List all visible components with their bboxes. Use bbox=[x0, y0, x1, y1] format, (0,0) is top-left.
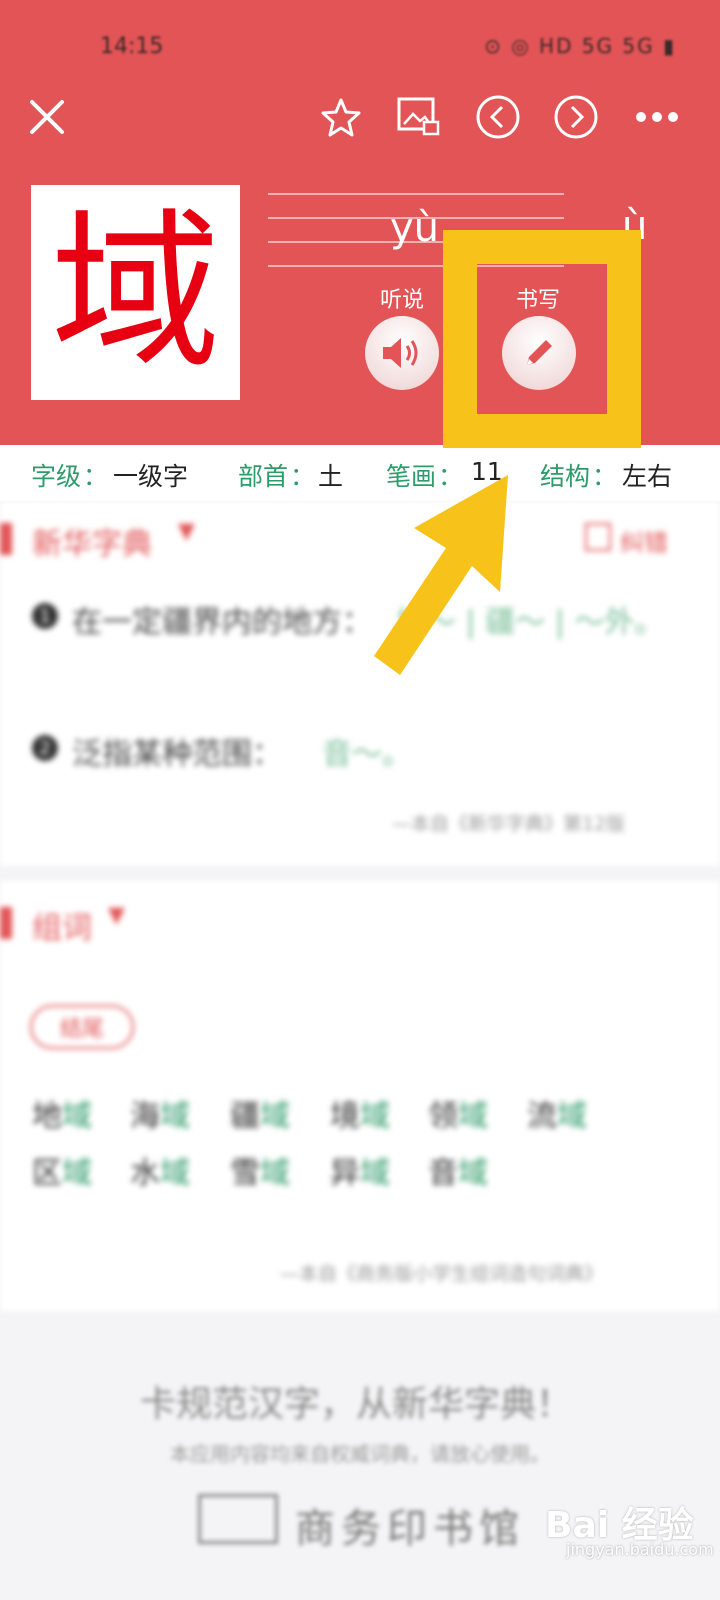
word-item[interactable]: 区域 bbox=[32, 1148, 92, 1192]
radical-value: 土 bbox=[318, 462, 344, 491]
error-report-icon[interactable] bbox=[585, 523, 611, 551]
previous-button[interactable] bbox=[475, 94, 521, 140]
image-icon bbox=[397, 97, 440, 136]
more-icon bbox=[636, 112, 678, 122]
prev-icon bbox=[476, 95, 520, 139]
word-item[interactable]: 地域 bbox=[32, 1091, 92, 1135]
more-button[interactable] bbox=[632, 94, 682, 140]
star-icon bbox=[321, 98, 361, 137]
next-icon bbox=[554, 95, 598, 139]
word-item[interactable]: 疆域 bbox=[230, 1091, 290, 1135]
status-time: 14:15 bbox=[100, 34, 164, 59]
speaker-icon bbox=[383, 338, 418, 368]
word-item[interactable]: 流域 bbox=[527, 1091, 587, 1135]
word-item[interactable]: 领域 bbox=[428, 1091, 488, 1135]
word-item[interactable]: 境域 bbox=[330, 1091, 390, 1135]
definition-text: 在一定疆界内的地方： bbox=[72, 605, 372, 640]
status-bar: 14:15 ⊙ ◎ HD 5G 5G ▮ bbox=[0, 30, 720, 66]
xinhua-title[interactable]: 新华字典 bbox=[32, 519, 152, 563]
next-button[interactable] bbox=[553, 94, 599, 140]
close-button[interactable] bbox=[24, 94, 70, 140]
favorite-button[interactable] bbox=[318, 94, 364, 140]
listen-label: 听说 bbox=[380, 288, 425, 313]
zuci-card: 组词 ▼ 结尾 地域 海域 疆域 境域 领域 流域 区域 水域 雪域 异域 音域… bbox=[0, 881, 720, 1311]
definition-text: 泛指某种范围： bbox=[72, 737, 282, 772]
arrow-pointer-icon bbox=[374, 475, 508, 675]
baidu-watermark-url: jingyan.baidu.com bbox=[566, 1540, 714, 1559]
caret-down-icon[interactable]: ▼ bbox=[108, 903, 125, 928]
xinhua-source: —本自《新华字典》第12版 bbox=[392, 813, 626, 835]
pinyin: yù bbox=[390, 205, 440, 251]
radical-key: 部首 bbox=[238, 462, 289, 491]
listen-button[interactable] bbox=[365, 316, 439, 390]
status-indicators: ⊙ ◎ HD 5G 5G ▮ bbox=[484, 34, 676, 58]
definition-number: 1 bbox=[32, 603, 58, 629]
character-display: 域 bbox=[31, 185, 240, 400]
word-item[interactable]: 雪域 bbox=[230, 1148, 290, 1192]
caret-down-icon[interactable]: ▼ bbox=[178, 519, 195, 544]
error-report-label[interactable]: 纠错 bbox=[620, 523, 668, 558]
image-button[interactable] bbox=[396, 94, 442, 140]
definition-number: 2 bbox=[32, 735, 58, 761]
word-item[interactable]: 音域 bbox=[428, 1148, 488, 1192]
highlight-frame bbox=[443, 230, 641, 448]
close-icon bbox=[30, 100, 64, 134]
level-key: 字级 bbox=[31, 462, 82, 491]
zuci-title[interactable]: 组词 bbox=[32, 903, 92, 947]
zuci-source: —本自《商务版小学生组词造句词典》 bbox=[280, 1263, 604, 1285]
word-item[interactable]: 水域 bbox=[130, 1148, 190, 1192]
tag-ending[interactable]: 结尾 bbox=[30, 1005, 134, 1049]
word-item[interactable]: 异域 bbox=[330, 1148, 390, 1192]
definition-examples: 音～。 bbox=[322, 737, 412, 772]
structure-key: 结构 bbox=[540, 462, 591, 491]
level-value: 一级字 bbox=[113, 462, 189, 491]
character-glyph: 域 bbox=[50, 193, 221, 392]
word-item[interactable]: 海域 bbox=[130, 1091, 190, 1135]
structure-value: 左右 bbox=[622, 462, 673, 491]
